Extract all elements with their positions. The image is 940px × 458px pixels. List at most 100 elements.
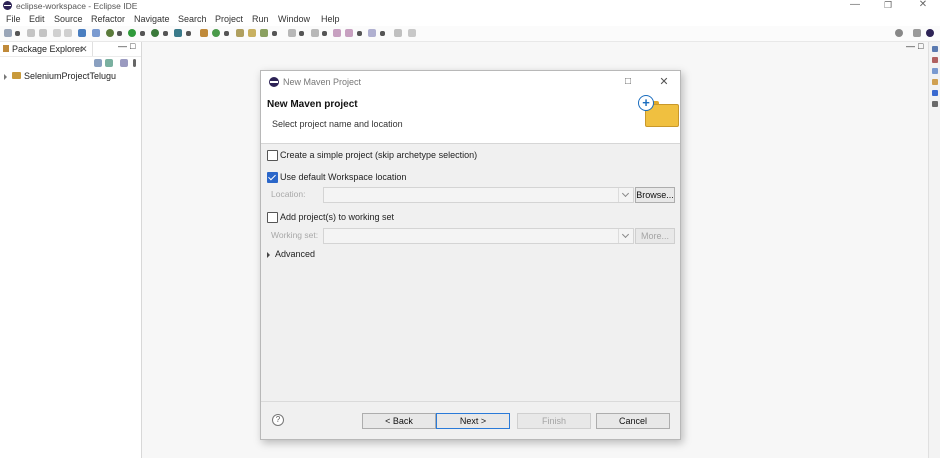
working-set-label: Working set: — [271, 230, 319, 240]
menu-file[interactable]: File — [6, 13, 21, 25]
close-tab-icon[interactable]: ✕ — [80, 42, 88, 56]
more-button[interactable]: More... — [635, 228, 675, 244]
package-explorer-icon — [3, 45, 9, 52]
wizard-page-description: Select project name and location — [272, 119, 403, 129]
advanced-expand-icon — [267, 252, 270, 258]
new-icon[interactable] — [4, 29, 12, 37]
location-combo[interactable] — [323, 187, 634, 203]
working-set-dropdown-icon[interactable] — [618, 229, 633, 243]
project-folder-icon — [12, 72, 21, 79]
search-dropdown-icon[interactable] — [272, 31, 277, 36]
menu-bar: File Edit Source Refactor Navigate Searc… — [0, 12, 940, 26]
coverage-icon[interactable] — [151, 29, 159, 37]
location-label: Location: — [271, 189, 306, 199]
working-set-combo[interactable] — [323, 228, 634, 244]
debug-icon[interactable] — [106, 29, 114, 37]
minimize-view-button[interactable]: — — [118, 41, 127, 51]
filter-icon[interactable] — [120, 59, 128, 67]
editor-minimize-button[interactable]: — — [906, 41, 915, 51]
location-dropdown-icon[interactable] — [618, 188, 633, 202]
search-icon[interactable] — [895, 29, 903, 37]
skip-breakpoints-icon[interactable] — [92, 29, 100, 37]
next-annotation-icon[interactable] — [288, 29, 296, 37]
run-dropdown-icon[interactable] — [140, 31, 145, 36]
cancel-button[interactable]: Cancel — [596, 413, 670, 429]
menu-window[interactable]: Window — [278, 13, 310, 25]
redo-icon[interactable] — [64, 29, 72, 37]
menu-search[interactable]: Search — [178, 13, 207, 25]
eclipse-logo-icon — [3, 1, 12, 10]
new-project-folder-icon: + — [638, 95, 679, 127]
menu-project[interactable]: Project — [215, 13, 243, 25]
help-icon[interactable]: ? — [272, 414, 284, 426]
menu-run[interactable]: Run — [252, 13, 269, 25]
run-icon[interactable] — [128, 29, 136, 37]
editor-maximize-button[interactable]: □ — [918, 41, 923, 51]
browse-button[interactable]: Browse... — [635, 187, 675, 203]
dialog-title: New Maven Project — [283, 77, 362, 87]
dialog-close-button[interactable]: ✕ — [653, 71, 675, 93]
package-explorer-tab-label: Package Explorer — [12, 44, 84, 54]
menu-help[interactable]: Help — [321, 13, 340, 25]
menu-edit[interactable]: Edit — [29, 13, 45, 25]
maximize-view-button[interactable]: □ — [130, 41, 135, 51]
previous-annotation-dropdown-icon[interactable] — [322, 31, 327, 36]
pin-editor-icon[interactable] — [394, 29, 402, 37]
next-annotation-dropdown-icon[interactable] — [299, 31, 304, 36]
back-button[interactable]: < Back — [362, 413, 436, 429]
declaration-view-icon[interactable] — [932, 79, 938, 85]
new-class-dropdown-icon[interactable] — [224, 31, 229, 36]
search-toolbar-icon[interactable] — [260, 29, 268, 37]
new-java-package-icon[interactable] — [200, 29, 208, 37]
open-task-icon[interactable] — [248, 29, 256, 37]
link-with-editor-icon[interactable] — [105, 59, 113, 67]
open-type-icon[interactable] — [236, 29, 244, 37]
menu-navigate[interactable]: Navigate — [134, 13, 170, 25]
view-menu-icon[interactable] — [133, 59, 136, 67]
open-perspective-icon[interactable] — [913, 29, 921, 37]
last-edit-location-icon[interactable] — [333, 29, 341, 37]
open-console-icon[interactable] — [78, 29, 86, 37]
save-icon[interactable] — [27, 29, 35, 37]
package-explorer-panel: Package Explorer ✕ — □ SeleniumProjectTe… — [0, 41, 142, 458]
restore-window-button[interactable]: ❐ — [873, 0, 903, 12]
right-trim-stack — [928, 42, 940, 458]
back-navigation-dropdown-icon[interactable] — [357, 31, 362, 36]
save-all-icon[interactable] — [39, 29, 47, 37]
tab-package-explorer[interactable]: Package Explorer ✕ — [0, 42, 93, 56]
working-set-checkbox[interactable] — [267, 212, 278, 223]
close-window-button[interactable]: ✕ — [908, 0, 938, 12]
outline-view-icon[interactable] — [932, 46, 938, 52]
dialog-titlebar: New Maven Project □ ✕ — [261, 71, 680, 93]
minimize-window-button[interactable]: — — [840, 0, 870, 12]
new-java-class-icon[interactable] — [212, 29, 220, 37]
collapse-all-icon[interactable] — [94, 59, 102, 67]
debug-dropdown-icon[interactable] — [117, 31, 122, 36]
javadoc-view-icon[interactable] — [932, 68, 938, 74]
advanced-label: Advanced — [275, 249, 316, 259]
new-dropdown-icon[interactable] — [15, 31, 20, 36]
menu-refactor[interactable]: Refactor — [91, 13, 125, 25]
forward-navigation-dropdown-icon[interactable] — [380, 31, 385, 36]
external-tools-dropdown-icon[interactable] — [186, 31, 191, 36]
console-view-icon[interactable] — [932, 90, 938, 96]
default-location-label: Use default Workspace location — [280, 172, 407, 182]
java-perspective-icon[interactable] — [926, 29, 934, 37]
toolbar-extra-icon[interactable] — [408, 29, 416, 37]
menu-source[interactable]: Source — [54, 13, 83, 25]
next-button[interactable]: Next > — [436, 413, 510, 429]
default-location-checkbox[interactable] — [267, 172, 278, 183]
expand-arrow-icon[interactable] — [4, 74, 7, 80]
problems-view-icon[interactable] — [932, 57, 938, 63]
dialog-maximize-button[interactable]: □ — [617, 71, 639, 93]
external-tools-icon[interactable] — [174, 29, 182, 37]
dialog-header: New Maven project Select project name an… — [261, 93, 680, 144]
undo-icon[interactable] — [53, 29, 61, 37]
finish-button[interactable]: Finish — [517, 413, 591, 429]
coverage-dropdown-icon[interactable] — [163, 31, 168, 36]
forward-navigation-icon[interactable] — [368, 29, 376, 37]
simple-project-checkbox[interactable] — [267, 150, 278, 161]
back-navigation-icon[interactable] — [345, 29, 353, 37]
progress-view-icon[interactable] — [932, 101, 938, 107]
previous-annotation-icon[interactable] — [311, 29, 319, 37]
